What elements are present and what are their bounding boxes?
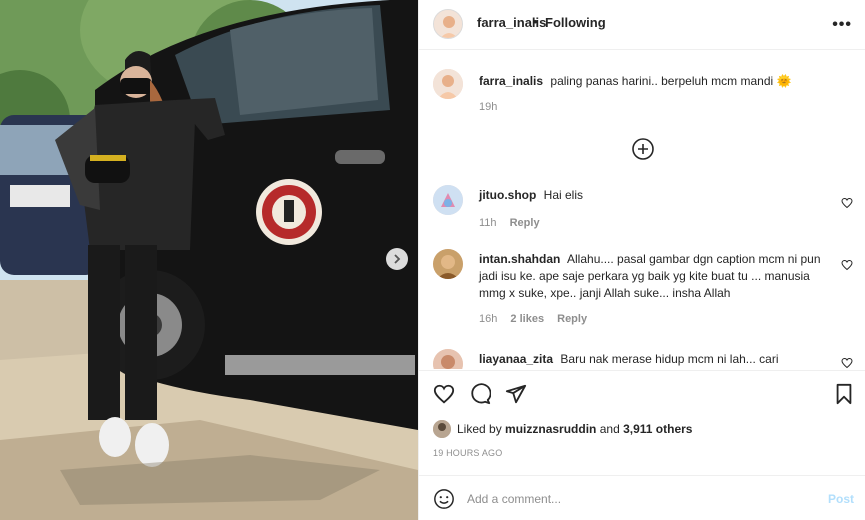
likes-others-link[interactable]: 3,911 others	[623, 422, 692, 436]
comments-list[interactable]: farra_inalis paling panas harini.. berpe…	[419, 51, 865, 369]
caption-text: paling panas harini.. berpeluh mcm mandi…	[550, 74, 792, 88]
liker-avatar[interactable]	[433, 420, 451, 438]
emoji-icon[interactable]	[433, 488, 455, 510]
chevron-right-icon	[394, 254, 401, 264]
comment-username[interactable]: jituo.shop	[479, 188, 536, 202]
post-timestamp[interactable]: 19 HOURS AGO	[433, 448, 502, 458]
add-comment-bar: Post	[419, 475, 865, 520]
comment-text: Hai elis	[543, 188, 584, 202]
comment-heart-icon[interactable]	[841, 357, 853, 369]
comment-input[interactable]	[467, 488, 807, 510]
comment-time[interactable]: 11h	[479, 217, 497, 229]
author-avatar[interactable]	[433, 9, 463, 39]
comment-time[interactable]: 16h	[479, 313, 497, 325]
heart-icon[interactable]	[433, 383, 455, 405]
next-photo-button[interactable]	[386, 248, 408, 270]
post-header: farra_inalis • Following •••	[419, 0, 865, 50]
comment-row: intan.shahdan Allahu.... pasal gambar dg…	[433, 249, 853, 329]
liker-username[interactable]: muizznasruddin	[505, 422, 596, 436]
caption-meta: 19h	[479, 101, 507, 113]
reply-button[interactable]: Reply	[557, 313, 587, 325]
commenter-avatar[interactable]	[433, 249, 463, 279]
post-details-pane: farra_inalis • Following ••• farra_inali…	[418, 0, 865, 520]
comment-username[interactable]: intan.shahdan	[479, 252, 560, 266]
post-image	[0, 0, 418, 520]
commenter-avatar[interactable]	[433, 185, 463, 215]
comment-text-block: jituo.shop Hai elis	[479, 187, 839, 204]
caption-username[interactable]: farra_inalis	[479, 74, 543, 88]
comment-meta: 11h Reply	[479, 217, 550, 229]
comment-likes[interactable]: 2 likes	[510, 313, 544, 325]
following-button[interactable]: Following	[545, 15, 606, 30]
liked-by-prefix: Liked by	[457, 422, 502, 436]
header-separator: •	[533, 14, 538, 29]
comment-text: Baru nak merase hidup mcm ni lah... cari	[560, 352, 779, 366]
more-options-icon[interactable]: •••	[832, 16, 852, 34]
comment-text-block: intan.shahdan Allahu.... pasal gambar dg…	[479, 251, 839, 302]
comment-username[interactable]: liayanaa_zita	[479, 352, 553, 366]
caption-time[interactable]: 19h	[479, 101, 497, 113]
comment-row: jituo.shop Hai elis 11h Reply	[433, 185, 853, 235]
comment-heart-icon[interactable]	[841, 259, 853, 271]
bookmark-icon[interactable]	[833, 383, 855, 405]
liked-by-middle: and	[599, 422, 620, 436]
post-actions-bar	[419, 370, 865, 410]
caption-text-block: farra_inalis paling panas harini.. berpe…	[479, 73, 839, 90]
comment-heart-icon[interactable]	[841, 197, 853, 209]
caption-avatar[interactable]	[433, 69, 463, 99]
send-icon[interactable]	[505, 383, 527, 405]
comment-meta: 16h 2 likes Reply	[479, 313, 597, 325]
post-comment-button[interactable]: Post	[828, 492, 854, 506]
post-photo[interactable]	[0, 0, 418, 520]
commenter-avatar[interactable]	[433, 349, 463, 369]
comment-row: liayanaa_zita Baru nak merase hidup mcm …	[433, 349, 853, 369]
liked-by-line: Liked by muizznasruddin and 3,911 others	[433, 418, 692, 440]
comment-icon[interactable]	[469, 383, 491, 405]
load-more-comments-icon[interactable]	[631, 137, 655, 161]
caption-row: farra_inalis paling panas harini.. berpe…	[433, 69, 853, 129]
comment-text-block: liayanaa_zita Baru nak merase hidup mcm …	[479, 351, 839, 368]
reply-button[interactable]: Reply	[510, 217, 540, 229]
